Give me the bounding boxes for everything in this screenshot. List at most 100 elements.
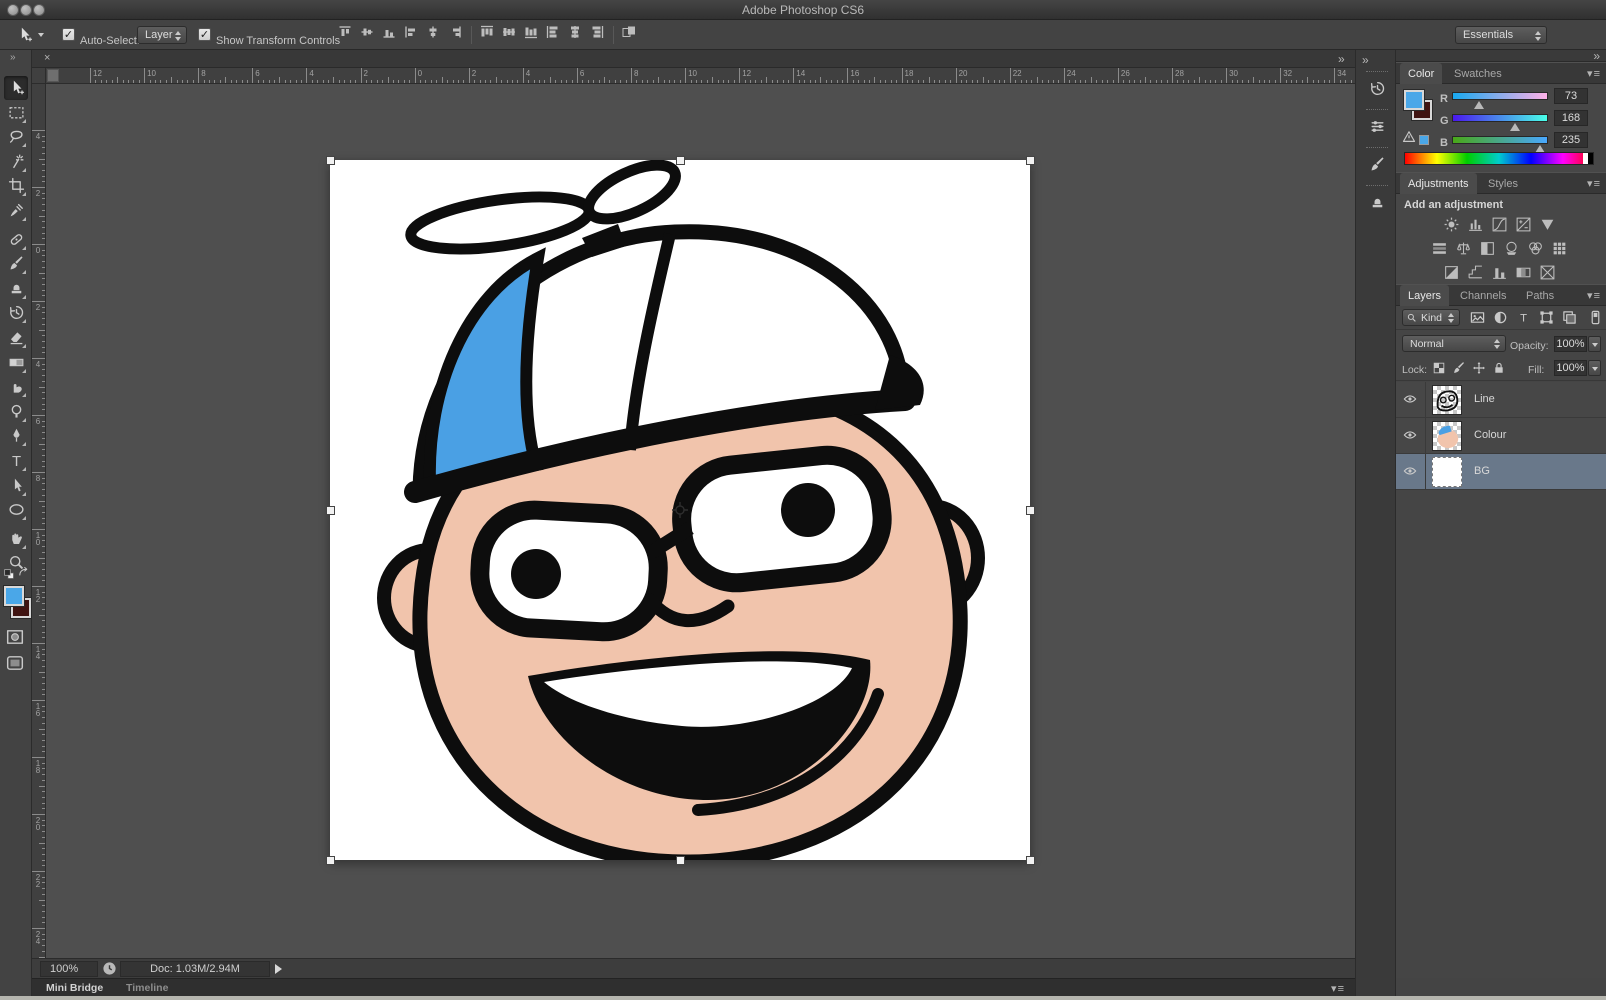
fill-dropdown-icon[interactable] xyxy=(1588,360,1601,376)
transform-handle[interactable] xyxy=(1026,506,1035,515)
smudge-tool[interactable] xyxy=(4,375,28,399)
transform-handle[interactable] xyxy=(676,856,685,865)
filter-type-icon[interactable]: T xyxy=(1516,310,1531,330)
shape-tool[interactable] xyxy=(4,498,28,522)
history-panel-icon[interactable] xyxy=(1364,76,1390,102)
levels-adjustment-icon[interactable] xyxy=(1465,216,1485,236)
tab-mini-bridge[interactable]: Mini Bridge xyxy=(38,979,111,997)
transform-handle[interactable] xyxy=(676,156,685,165)
lock-all-icon[interactable] xyxy=(1492,361,1506,380)
gamut-color-chip[interactable] xyxy=(1419,135,1429,145)
align-right-edges-button[interactable] xyxy=(447,24,467,46)
threshold-adjustment-icon[interactable] xyxy=(1489,264,1509,284)
properties-panel-icon[interactable] xyxy=(1364,114,1390,140)
layer-visibility-toggle[interactable] xyxy=(1396,382,1426,418)
transform-handle[interactable] xyxy=(326,156,335,165)
expand-dock-icon[interactable]: » xyxy=(1338,53,1345,65)
path-selection-tool[interactable] xyxy=(4,474,28,498)
fill-field[interactable]: 100% xyxy=(1554,360,1587,376)
distribute-horizontal-centers-button[interactable] xyxy=(567,24,587,46)
posterize-adjustment-icon[interactable] xyxy=(1465,264,1485,284)
layer-visibility-toggle[interactable] xyxy=(1396,454,1426,490)
lock-position-icon[interactable] xyxy=(1472,361,1486,380)
distribute-right-edges-button[interactable] xyxy=(589,24,609,46)
channel-slider[interactable] xyxy=(1452,92,1548,100)
clone-stamp-tool[interactable] xyxy=(4,277,28,301)
align-left-edges-button[interactable] xyxy=(403,24,423,46)
tab-timeline[interactable]: Timeline xyxy=(118,979,176,997)
color-spectrum-ramp[interactable] xyxy=(1404,152,1594,165)
distribute-top-edges-button[interactable] xyxy=(479,24,499,46)
filter-smart-icon[interactable] xyxy=(1562,310,1577,330)
transform-handle[interactable] xyxy=(1026,856,1035,865)
transform-reference-point[interactable] xyxy=(671,501,689,519)
layer-thumbnail[interactable] xyxy=(1432,421,1462,451)
brightness-contrast-adjustment-icon[interactable] xyxy=(1441,216,1461,236)
foreground-color-swatch[interactable] xyxy=(4,586,24,606)
transform-handle[interactable] xyxy=(1026,156,1035,165)
type-tool[interactable]: T xyxy=(4,449,28,473)
lasso-tool[interactable] xyxy=(4,125,28,149)
hand-tool[interactable] xyxy=(4,527,28,551)
align-bottom-edges-button[interactable] xyxy=(381,24,401,46)
align-vertical-centers-button[interactable] xyxy=(359,24,379,46)
quick-mask-icon[interactable] xyxy=(6,628,24,651)
channel-value-field[interactable]: 235 xyxy=(1554,132,1588,148)
status-menu-arrow-icon[interactable] xyxy=(275,964,282,974)
opacity-dropdown-icon[interactable] xyxy=(1588,336,1601,352)
align-horizontal-centers-button[interactable] xyxy=(425,24,445,46)
brush-tool[interactable] xyxy=(4,252,28,276)
layer-row-bg[interactable]: BG xyxy=(1396,454,1606,490)
curves-adjustment-icon[interactable] xyxy=(1489,216,1509,236)
lock-pixels-icon[interactable] xyxy=(1452,361,1466,380)
brush-panel-icon[interactable] xyxy=(1364,152,1390,178)
layer-row-line[interactable]: Line xyxy=(1396,382,1606,418)
slider-thumb[interactable] xyxy=(1510,123,1520,131)
channel-slider[interactable] xyxy=(1452,136,1548,144)
distribute-left-edges-button[interactable] xyxy=(545,24,565,46)
eraser-tool[interactable] xyxy=(4,326,28,350)
align-top-edges-button[interactable] xyxy=(337,24,357,46)
foreground-color-swatch[interactable] xyxy=(1404,90,1424,110)
swap-colors-icon[interactable] xyxy=(17,566,30,584)
gradient-map-adjustment-icon[interactable] xyxy=(1513,264,1533,284)
blend-mode-dropdown[interactable]: Normal xyxy=(1402,335,1506,352)
panel-menu-icon[interactable]: ▾≡ xyxy=(1587,67,1601,80)
close-document-icon[interactable]: × xyxy=(44,52,50,64)
invert-adjustment-icon[interactable] xyxy=(1441,264,1461,284)
channel-value-field[interactable]: 168 xyxy=(1554,110,1588,126)
filter-adjustment-icon[interactable] xyxy=(1493,310,1508,330)
expand-panels-icon[interactable]: » xyxy=(1362,54,1369,66)
history-brush-tool[interactable] xyxy=(4,301,28,325)
tool-preset-caret-icon[interactable] xyxy=(38,33,44,37)
auto-select-target-dropdown[interactable]: Layer xyxy=(137,26,187,44)
lock-transparency-icon[interactable] xyxy=(1432,361,1446,380)
left-ruler[interactable]: 42024681 01 21 41 61 82 02 22 42 6 xyxy=(32,84,46,958)
tab-styles[interactable]: Styles xyxy=(1480,173,1526,195)
vibrance-adjustment-icon[interactable] xyxy=(1537,216,1557,236)
gamut-warning-icon[interactable] xyxy=(1402,130,1416,149)
layer-visibility-toggle[interactable] xyxy=(1396,418,1426,454)
selective-color-adjustment-icon[interactable] xyxy=(1537,264,1557,284)
gradient-tool[interactable] xyxy=(4,351,28,375)
tab-adjustments[interactable]: Adjustments xyxy=(1400,173,1477,195)
channel-slider[interactable] xyxy=(1452,114,1548,122)
black-white-adjustment-icon[interactable] xyxy=(1477,240,1497,260)
channel-value-field[interactable]: 73 xyxy=(1554,88,1588,104)
tab-swatches[interactable]: Swatches xyxy=(1446,63,1510,85)
move-tool-options-icon[interactable] xyxy=(16,26,33,48)
exposure-adjustment-icon[interactable] xyxy=(1513,216,1533,236)
screen-mode-icon[interactable] xyxy=(6,654,24,677)
ruler-origin-box[interactable] xyxy=(47,69,59,82)
default-colors-icon[interactable] xyxy=(3,568,16,586)
filter-pixel-icon[interactable] xyxy=(1470,310,1485,330)
auto-select-checkbox[interactable]: ✓ xyxy=(62,28,75,41)
collapse-panels-icon[interactable]: » xyxy=(1593,50,1600,62)
distribute-bottom-edges-button[interactable] xyxy=(523,24,543,46)
color-lookup-adjustment-icon[interactable] xyxy=(1549,240,1569,260)
tab-paths[interactable]: Paths xyxy=(1518,285,1562,307)
show-transform-checkbox[interactable]: ✓ xyxy=(198,28,211,41)
channel-mixer-adjustment-icon[interactable] xyxy=(1525,240,1545,260)
tab-color[interactable]: Color xyxy=(1400,63,1442,85)
tab-layers[interactable]: Layers xyxy=(1400,285,1449,307)
